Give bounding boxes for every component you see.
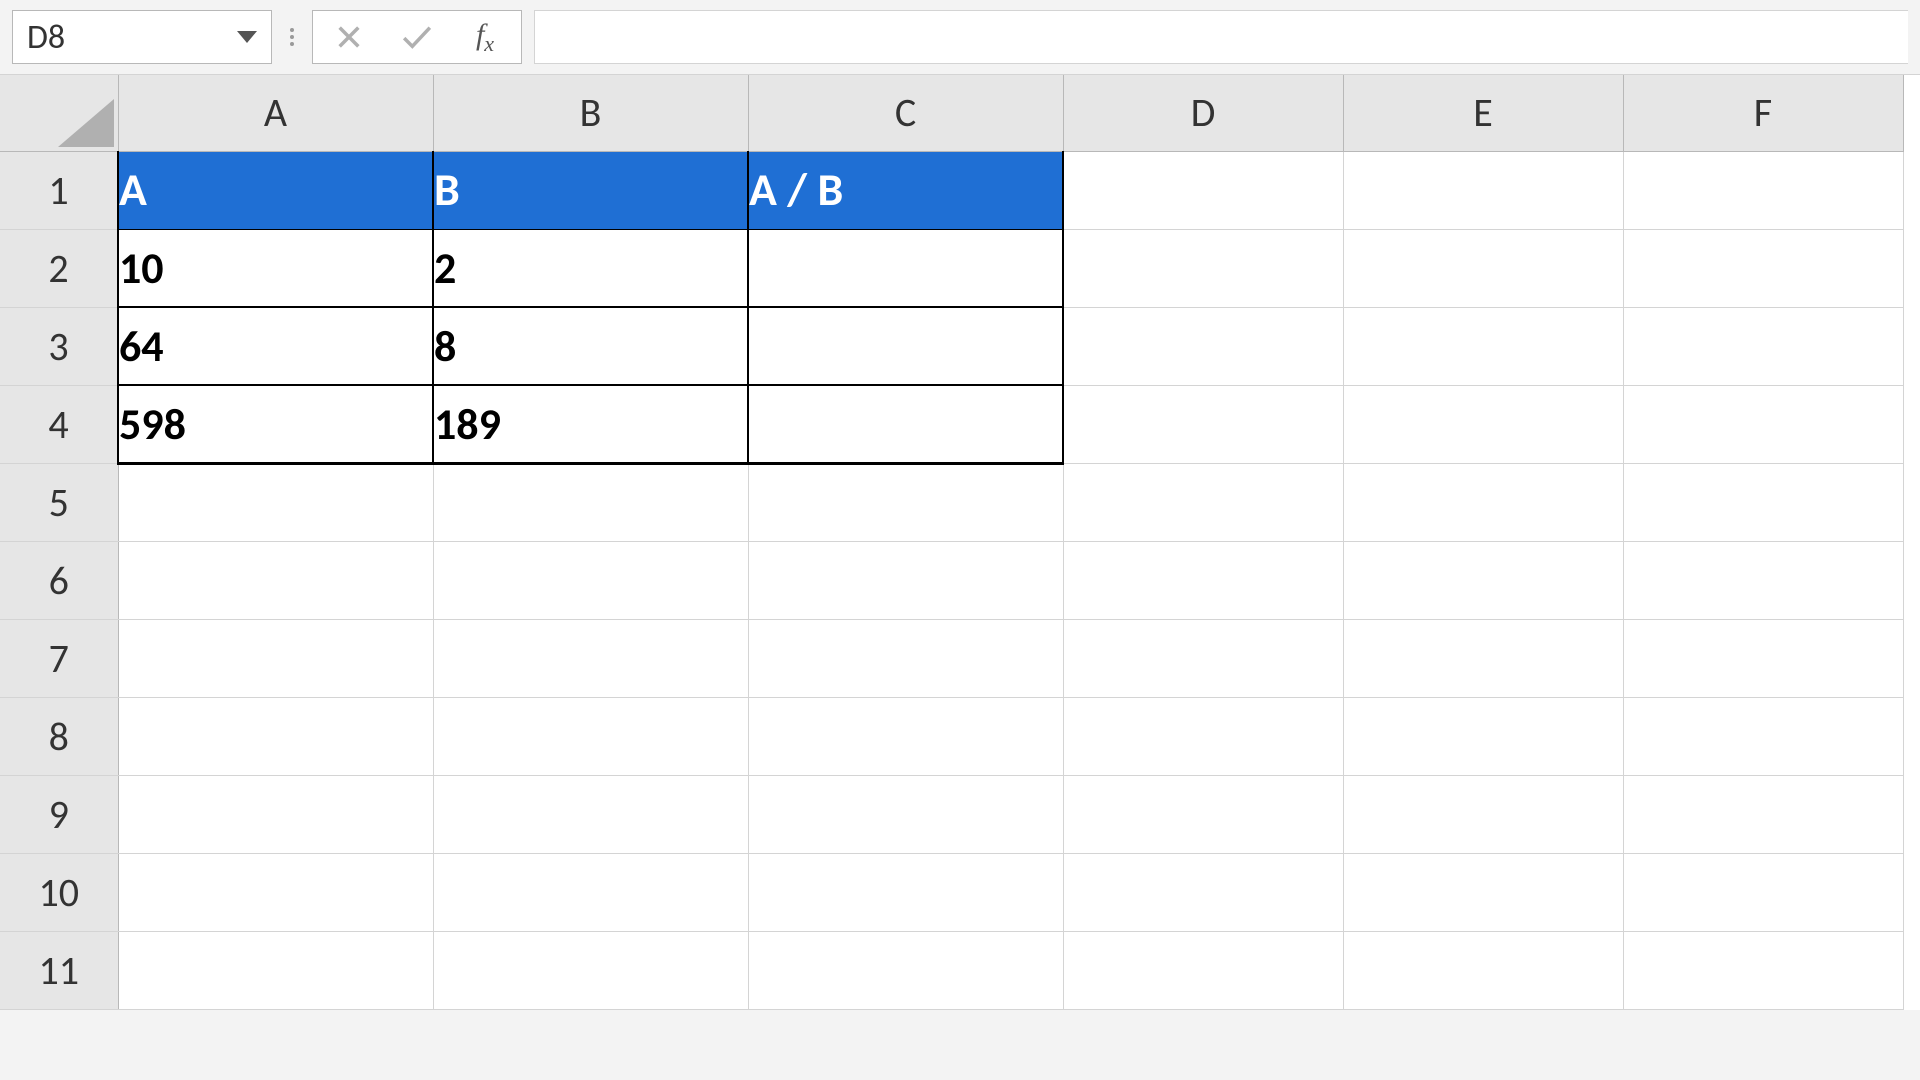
cell-e6[interactable] xyxy=(1343,541,1623,619)
cell-f1[interactable] xyxy=(1623,151,1903,229)
row-header-10[interactable]: 10 xyxy=(0,853,118,931)
cell-d3[interactable] xyxy=(1063,307,1343,385)
row-header-8[interactable]: 8 xyxy=(0,697,118,775)
fx-icon: fx xyxy=(476,18,494,57)
cell-c8[interactable] xyxy=(748,697,1063,775)
name-box[interactable]: D8 xyxy=(12,10,272,64)
cell-d9[interactable] xyxy=(1063,775,1343,853)
cell-f8[interactable] xyxy=(1623,697,1903,775)
cell-c4[interactable] xyxy=(748,385,1063,463)
cell-f2[interactable] xyxy=(1623,229,1903,307)
cell-e9[interactable] xyxy=(1343,775,1623,853)
formula-bar: D8 fx xyxy=(0,0,1920,75)
column-header-b[interactable]: B xyxy=(433,75,748,151)
cell-c5[interactable] xyxy=(748,463,1063,541)
cell-c1[interactable]: A / B xyxy=(748,151,1063,229)
cell-e1[interactable] xyxy=(1343,151,1623,229)
cell-e3[interactable] xyxy=(1343,307,1623,385)
row-header-6[interactable]: 6 xyxy=(0,541,118,619)
cell-e5[interactable] xyxy=(1343,463,1623,541)
column-header-c[interactable]: C xyxy=(748,75,1063,151)
cell-f10[interactable] xyxy=(1623,853,1903,931)
cell-c7[interactable] xyxy=(748,619,1063,697)
row-header-7[interactable]: 7 xyxy=(0,619,118,697)
cell-b9[interactable] xyxy=(433,775,748,853)
cell-d11[interactable] xyxy=(1063,931,1343,1009)
cell-f9[interactable] xyxy=(1623,775,1903,853)
cell-e7[interactable] xyxy=(1343,619,1623,697)
cell-f7[interactable] xyxy=(1623,619,1903,697)
cell-c9[interactable] xyxy=(748,775,1063,853)
cell-c6[interactable] xyxy=(748,541,1063,619)
cell-b4[interactable]: 189 xyxy=(433,385,748,463)
cell-d6[interactable] xyxy=(1063,541,1343,619)
cell-b11[interactable] xyxy=(433,931,748,1009)
row-header-3[interactable]: 3 xyxy=(0,307,118,385)
check-icon xyxy=(400,23,434,51)
select-all-triangle-icon xyxy=(58,99,114,147)
cell-e2[interactable] xyxy=(1343,229,1623,307)
cell-b2[interactable]: 2 xyxy=(433,229,748,307)
cell-a1[interactable]: A xyxy=(118,151,433,229)
cell-d8[interactable] xyxy=(1063,697,1343,775)
cell-d5[interactable] xyxy=(1063,463,1343,541)
cell-c10[interactable] xyxy=(748,853,1063,931)
cell-d10[interactable] xyxy=(1063,853,1343,931)
cell-a9[interactable] xyxy=(118,775,433,853)
cell-b10[interactable] xyxy=(433,853,748,931)
cell-c3[interactable] xyxy=(748,307,1063,385)
x-icon xyxy=(335,23,363,51)
cell-b3[interactable]: 8 xyxy=(433,307,748,385)
cell-d4[interactable] xyxy=(1063,385,1343,463)
cell-b7[interactable] xyxy=(433,619,748,697)
cell-c2[interactable] xyxy=(748,229,1063,307)
cell-b1[interactable]: B xyxy=(433,151,748,229)
cell-b6[interactable] xyxy=(433,541,748,619)
cell-a5[interactable] xyxy=(118,463,433,541)
row-header-1[interactable]: 1 xyxy=(0,151,118,229)
chevron-down-icon[interactable] xyxy=(237,31,257,43)
cell-d1[interactable] xyxy=(1063,151,1343,229)
row-header-11[interactable]: 11 xyxy=(0,931,118,1009)
cell-c11[interactable] xyxy=(748,931,1063,1009)
cell-a8[interactable] xyxy=(118,697,433,775)
cell-f11[interactable] xyxy=(1623,931,1903,1009)
column-header-a[interactable]: A xyxy=(118,75,433,151)
cell-a10[interactable] xyxy=(118,853,433,931)
cell-d7[interactable] xyxy=(1063,619,1343,697)
formula-buttons-group: fx xyxy=(312,10,522,64)
column-header-d[interactable]: D xyxy=(1063,75,1343,151)
select-all-corner[interactable] xyxy=(0,75,118,151)
column-header-f[interactable]: F xyxy=(1623,75,1903,151)
cell-e8[interactable] xyxy=(1343,697,1623,775)
vertical-grip-icon[interactable] xyxy=(280,28,304,46)
cell-f4[interactable] xyxy=(1623,385,1903,463)
cell-e11[interactable] xyxy=(1343,931,1623,1009)
cell-d2[interactable] xyxy=(1063,229,1343,307)
cell-b5[interactable] xyxy=(433,463,748,541)
name-box-value: D8 xyxy=(27,17,65,58)
cell-a4[interactable]: 598 xyxy=(118,385,433,463)
cancel-button[interactable] xyxy=(331,19,367,55)
row-header-9[interactable]: 9 xyxy=(0,775,118,853)
cell-f6[interactable] xyxy=(1623,541,1903,619)
cell-e10[interactable] xyxy=(1343,853,1623,931)
formula-input[interactable] xyxy=(534,10,1908,64)
row-header-5[interactable]: 5 xyxy=(0,463,118,541)
row-header-2[interactable]: 2 xyxy=(0,229,118,307)
cell-a3[interactable]: 64 xyxy=(118,307,433,385)
spreadsheet-grid: A B C D E F 1 A B A / B 2 10 2 xyxy=(0,75,1920,1010)
column-header-e[interactable]: E xyxy=(1343,75,1623,151)
enter-button[interactable] xyxy=(399,19,435,55)
cell-a11[interactable] xyxy=(118,931,433,1009)
cell-a2[interactable]: 10 xyxy=(118,229,433,307)
cell-a7[interactable] xyxy=(118,619,433,697)
cell-f3[interactable] xyxy=(1623,307,1903,385)
cell-e4[interactable] xyxy=(1343,385,1623,463)
row-header-4[interactable]: 4 xyxy=(0,385,118,463)
insert-function-button[interactable]: fx xyxy=(467,19,503,55)
cell-a6[interactable] xyxy=(118,541,433,619)
cell-f5[interactable] xyxy=(1623,463,1903,541)
cell-b8[interactable] xyxy=(433,697,748,775)
